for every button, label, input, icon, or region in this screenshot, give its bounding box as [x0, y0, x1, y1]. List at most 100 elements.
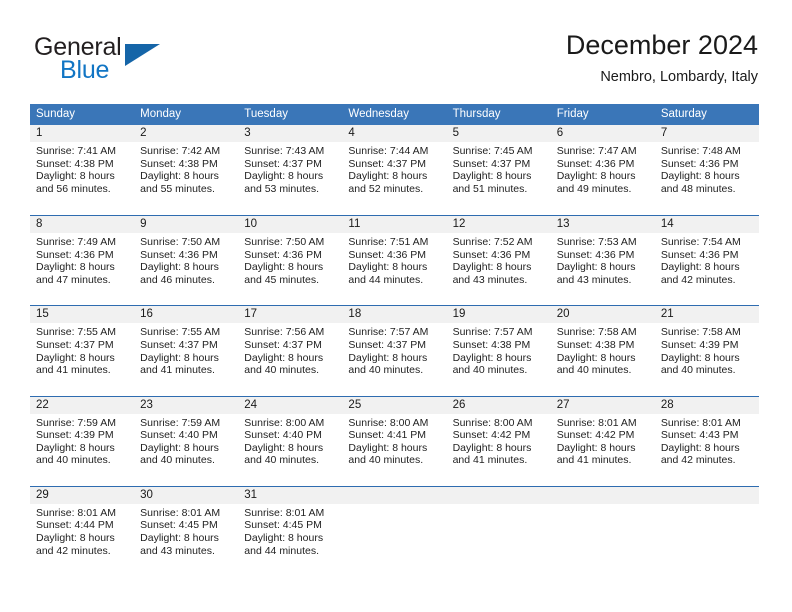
sunset-text: Sunset: 4:36 PM: [36, 248, 114, 261]
day-details: Sunrise: 7:43 AM Sunset: 4:37 PM Dayligh…: [238, 142, 342, 195]
sunset-text: Sunset: 4:36 PM: [140, 248, 218, 261]
sunset-text: Sunset: 4:36 PM: [660, 157, 739, 170]
calendar-day-cell[interactable]: 29 Sunrise: 8:01 AM Sunset: 4:44 PM Dayl…: [30, 486, 135, 576]
calendar-day-cell[interactable]: 12 Sunrise: 7:52 AM Sunset: 4:36 PM Dayl…: [446, 216, 551, 305]
calendar-day-cell[interactable]: 16 Sunrise: 7:55 AM Sunset: 4:37 PM Dayl…: [134, 306, 239, 395]
brand-name-blue: Blue: [60, 56, 110, 84]
daylight-text-line2: and 52 minutes.: [348, 182, 424, 195]
sunrise-text: Sunrise: 8:01 AM: [244, 506, 325, 519]
weekday-header-wednesday: Wednesday: [348, 108, 409, 120]
daylight-text-line1: Daylight: 8 hours: [36, 170, 115, 183]
day-number: 3: [238, 125, 343, 142]
daylight-text-line2: and 49 minutes.: [556, 182, 632, 195]
weekday-header-row: Sunday Monday Tuesday Wednesday Thursday…: [30, 104, 759, 125]
sunset-text: Sunset: 4:37 PM: [36, 338, 114, 351]
daylight-text-line2: and 40 minutes.: [348, 364, 424, 377]
calendar-day-cell[interactable]: 26 Sunrise: 8:00 AM Sunset: 4:42 PM Dayl…: [446, 396, 551, 486]
blue-triangle-icon: [125, 44, 160, 66]
calendar-day-cell[interactable]: 19 Sunrise: 7:57 AM Sunset: 4:38 PM Dayl…: [446, 306, 551, 395]
calendar-day-cell[interactable]: 10 Sunrise: 7:50 AM Sunset: 4:36 PM Dayl…: [238, 216, 343, 305]
calendar-day-cell[interactable]: 8 Sunrise: 7:49 AM Sunset: 4:36 PM Dayli…: [30, 216, 135, 305]
calendar-day-cell[interactable]: 14 Sunrise: 7:54 AM Sunset: 4:36 PM Dayl…: [654, 216, 759, 305]
day-number: 27: [550, 396, 655, 414]
calendar-week-row: 8 Sunrise: 7:49 AM Sunset: 4:36 PM Dayli…: [30, 215, 759, 305]
calendar-day-cell[interactable]: 31 Sunrise: 8:01 AM Sunset: 4:45 PM Dayl…: [238, 486, 343, 576]
sunrise-text: Sunrise: 7:56 AM: [244, 326, 325, 339]
daylight-text-line2: and 42 minutes.: [36, 544, 111, 557]
sunrise-text: Sunrise: 7:55 AM: [140, 326, 221, 339]
calendar-day-cell[interactable]: 22 Sunrise: 7:59 AM Sunset: 4:39 PM Dayl…: [30, 396, 135, 486]
daylight-text-line1: Daylight: 8 hours: [140, 441, 219, 454]
day-number: 5: [446, 125, 551, 142]
daylight-text-line2: and 40 minutes.: [140, 454, 215, 467]
day-details: Sunrise: 8:00 AM Sunset: 4:40 PM Dayligh…: [238, 414, 342, 467]
calendar-day-cell[interactable]: 23 Sunrise: 7:59 AM Sunset: 4:40 PM Dayl…: [134, 396, 239, 486]
day-number: 25: [342, 396, 447, 414]
sunrise-text: Sunrise: 7:49 AM: [36, 236, 116, 249]
calendar-page: General Blue December 2024 Nembro, Lomba…: [0, 0, 792, 612]
calendar-day-cell[interactable]: 4 Sunrise: 7:44 AM Sunset: 4:37 PM Dayli…: [342, 125, 447, 215]
sunrise-text: Sunrise: 8:01 AM: [556, 416, 637, 429]
daylight-text-line2: and 40 minutes.: [244, 454, 319, 467]
calendar-day-cell[interactable]: 17 Sunrise: 7:56 AM Sunset: 4:37 PM Dayl…: [238, 306, 343, 395]
sunset-text: Sunset: 4:36 PM: [556, 248, 635, 261]
day-details: Sunrise: 8:01 AM Sunset: 4:44 PM Dayligh…: [30, 504, 134, 557]
calendar-day-cell-empty: [342, 486, 447, 576]
day-details: Sunrise: 7:50 AM Sunset: 4:36 PM Dayligh…: [134, 233, 238, 286]
calendar-day-cell[interactable]: 28 Sunrise: 8:01 AM Sunset: 4:43 PM Dayl…: [654, 396, 759, 486]
day-details: Sunrise: 7:55 AM Sunset: 4:37 PM Dayligh…: [134, 323, 238, 376]
calendar-week-row: 1 Sunrise: 7:41 AM Sunset: 4:38 PM Dayli…: [30, 125, 759, 215]
daylight-text-line2: and 41 minutes.: [452, 454, 528, 467]
day-details: Sunrise: 7:51 AM Sunset: 4:36 PM Dayligh…: [342, 233, 446, 286]
calendar-day-cell[interactable]: 30 Sunrise: 8:01 AM Sunset: 4:45 PM Dayl…: [134, 486, 239, 576]
day-number: 15: [30, 306, 135, 324]
day-number: 11: [342, 216, 447, 234]
daylight-text-line1: Daylight: 8 hours: [348, 441, 428, 454]
calendar-week-row: 29 Sunrise: 8:01 AM Sunset: 4:44 PM Dayl…: [30, 485, 759, 576]
calendar-day-cell[interactable]: 9 Sunrise: 7:50 AM Sunset: 4:36 PM Dayli…: [134, 216, 239, 305]
calendar-day-cell[interactable]: 18 Sunrise: 7:57 AM Sunset: 4:37 PM Dayl…: [342, 306, 447, 395]
calendar-day-cell[interactable]: 24 Sunrise: 8:00 AM Sunset: 4:40 PM Dayl…: [238, 396, 343, 486]
calendar-day-cell[interactable]: 3 Sunrise: 7:43 AM Sunset: 4:37 PM Dayli…: [238, 125, 343, 215]
sunrise-text: Sunrise: 7:50 AM: [140, 236, 221, 249]
day-details: Sunrise: 7:58 AM Sunset: 4:39 PM Dayligh…: [655, 323, 759, 376]
brand-logo[interactable]: General Blue: [34, 33, 234, 85]
calendar-day-cell[interactable]: 1 Sunrise: 7:41 AM Sunset: 4:38 PM Dayli…: [30, 125, 135, 215]
day-details: Sunrise: 8:00 AM Sunset: 4:41 PM Dayligh…: [342, 414, 446, 467]
sunset-text: Sunset: 4:45 PM: [140, 519, 218, 532]
day-number: [654, 486, 759, 504]
calendar-day-cell[interactable]: 2 Sunrise: 7:42 AM Sunset: 4:38 PM Dayli…: [134, 125, 239, 215]
calendar-day-cell[interactable]: 11 Sunrise: 7:51 AM Sunset: 4:36 PM Dayl…: [342, 216, 447, 305]
day-details: Sunrise: 7:49 AM Sunset: 4:36 PM Dayligh…: [30, 233, 134, 286]
calendar-day-cell[interactable]: 20 Sunrise: 7:58 AM Sunset: 4:38 PM Dayl…: [550, 306, 655, 395]
daylight-text-line2: and 42 minutes.: [660, 454, 736, 467]
day-number: 31: [238, 486, 343, 504]
day-number: 17: [238, 306, 343, 324]
daylight-text-line2: and 43 minutes.: [556, 273, 632, 286]
day-details: Sunrise: 7:41 AM Sunset: 4:38 PM Dayligh…: [30, 142, 134, 195]
sunrise-text: Sunrise: 7:42 AM: [140, 145, 221, 157]
day-details: Sunrise: 8:01 AM Sunset: 4:45 PM Dayligh…: [238, 504, 342, 557]
calendar-day-cell[interactable]: 6 Sunrise: 7:47 AM Sunset: 4:36 PM Dayli…: [550, 125, 655, 215]
day-details: Sunrise: 8:01 AM Sunset: 4:43 PM Dayligh…: [655, 414, 759, 467]
day-number: 10: [238, 216, 343, 234]
day-number: 30: [134, 486, 239, 504]
daylight-text-line1: Daylight: 8 hours: [244, 170, 324, 183]
day-number: [446, 486, 551, 504]
calendar-week-row: 22 Sunrise: 7:59 AM Sunset: 4:39 PM Dayl…: [30, 395, 759, 486]
daylight-text-line1: Daylight: 8 hours: [556, 441, 636, 454]
sunrise-text: Sunrise: 7:54 AM: [660, 236, 741, 249]
sunrise-text: Sunrise: 8:00 AM: [348, 416, 429, 429]
sunset-text: Sunset: 4:39 PM: [660, 338, 739, 351]
calendar-day-cell[interactable]: 15 Sunrise: 7:55 AM Sunset: 4:37 PM Dayl…: [30, 306, 135, 395]
calendar-day-cell[interactable]: 7 Sunrise: 7:48 AM Sunset: 4:36 PM Dayli…: [654, 125, 759, 215]
calendar-day-cell[interactable]: 21 Sunrise: 7:58 AM Sunset: 4:39 PM Dayl…: [654, 306, 759, 395]
calendar-day-cell[interactable]: 5 Sunrise: 7:45 AM Sunset: 4:37 PM Dayli…: [446, 125, 551, 215]
calendar-day-cell[interactable]: 25 Sunrise: 8:00 AM Sunset: 4:41 PM Dayl…: [342, 396, 447, 486]
sunset-text: Sunset: 4:43 PM: [660, 429, 739, 442]
sunset-text: Sunset: 4:45 PM: [244, 519, 322, 532]
calendar-day-cell[interactable]: 27 Sunrise: 8:01 AM Sunset: 4:42 PM Dayl…: [550, 396, 655, 486]
calendar-day-cell[interactable]: 13 Sunrise: 7:53 AM Sunset: 4:36 PM Dayl…: [550, 216, 655, 305]
sunrise-text: Sunrise: 8:01 AM: [36, 506, 116, 519]
daylight-text-line2: and 43 minutes.: [140, 544, 215, 557]
